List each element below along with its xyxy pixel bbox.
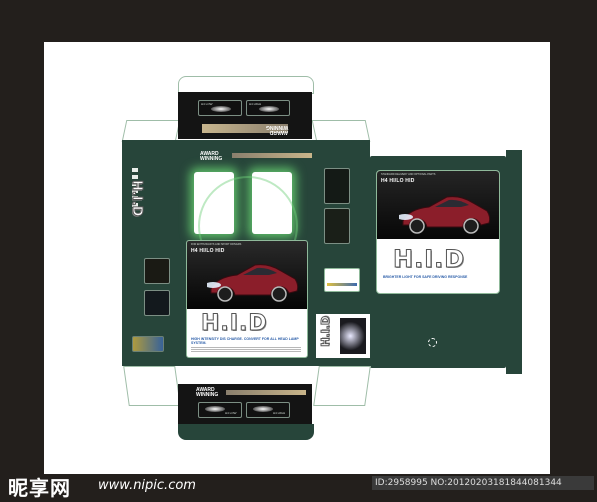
panel-subtitle: FOR ENTHUSIASTS AND SPORT DRIVERS bbox=[191, 243, 242, 246]
right-bottom-flap bbox=[313, 366, 371, 406]
bottom-tuck-flap bbox=[178, 424, 314, 440]
side-brand-panel: H.I.D bbox=[316, 314, 370, 358]
bulb-color-strip bbox=[327, 283, 357, 286]
slogan: HIGH INTENSITY DIS CHARGE. CONVERT FOR A… bbox=[191, 337, 299, 345]
front-main-panel: STANDARD DELIVERY AND OPTIONAL PARTS H4 … bbox=[370, 156, 506, 368]
car-photo: FOR ENTHUSIASTS AND SPORT DRIVERS H4 HI/… bbox=[187, 241, 307, 309]
model-title: H4 HI/LO HID bbox=[191, 248, 225, 254]
red-sedan-car bbox=[399, 196, 491, 234]
bulb-label-strip bbox=[324, 268, 360, 292]
right-dust-flap bbox=[311, 120, 371, 142]
light-beam-icon bbox=[259, 106, 279, 112]
image-id-text: ID:2958995 NO:20120203181844081344 bbox=[372, 476, 594, 490]
bottom-lid-panel: AWARD WINNING H4 LOW H4 HIGH bbox=[178, 384, 312, 424]
side-bulb-row bbox=[132, 336, 164, 352]
panel-subtitle: STANDARD DELIVERY AND OPTIONAL PARTS bbox=[381, 173, 436, 176]
brand-logo: H.I.D bbox=[392, 245, 466, 274]
bottom-thumb-high: H4 HIGH bbox=[246, 402, 290, 418]
bottom-thumb-low: H4 LOW bbox=[198, 402, 242, 418]
light-beam-icon bbox=[205, 406, 225, 412]
brand-logo: H.I.D bbox=[201, 311, 268, 337]
site-logo: 昵享网 bbox=[8, 476, 71, 500]
recycle-icon bbox=[428, 338, 437, 347]
red-sedan-car bbox=[207, 264, 299, 302]
front-car-card: STANDARD DELIVERY AND OPTIONAL PARTS H4 … bbox=[376, 170, 500, 294]
left-bottom-flap bbox=[123, 366, 181, 406]
side-thumb-kit-b bbox=[324, 208, 350, 244]
dieline-canvas: H4 LOW H4 HIGH AWARD WINNING H.I.D AWARD… bbox=[44, 42, 550, 474]
left-dust-flap bbox=[121, 120, 181, 142]
thumb-label: H4 HIGH bbox=[249, 102, 262, 106]
thumb-label: H4 LOW bbox=[225, 411, 237, 415]
car-showcase: FOR ENTHUSIASTS AND SPORT DRIVERS H4 HI/… bbox=[186, 240, 308, 358]
light-beam-icon bbox=[253, 406, 273, 412]
spec-item bbox=[132, 168, 138, 172]
model-title: H4 HI/LO HID bbox=[381, 178, 415, 184]
side-thumb-bulb-b bbox=[144, 290, 170, 316]
fine-print bbox=[191, 347, 301, 353]
lid-award-badge: AWARD WINNING bbox=[266, 124, 289, 135]
side-brand-logo: H.I.D bbox=[129, 180, 145, 217]
site-url: www.nipic.com bbox=[98, 478, 196, 493]
side-thumb-bulb-a bbox=[144, 258, 170, 284]
spec-item bbox=[132, 175, 138, 179]
side-vertical-brand: H.I.D bbox=[319, 316, 333, 348]
thumb-label: H4 LOW bbox=[201, 102, 213, 106]
light-beam-icon bbox=[211, 106, 231, 112]
middle-side-panel: H.I.D bbox=[314, 140, 370, 366]
side-thumb-kit-a bbox=[324, 168, 350, 204]
top-lid-panel: H4 LOW H4 HIGH AWARD WINNING bbox=[178, 92, 312, 139]
bottom-award-bar bbox=[226, 390, 306, 395]
thumb-label: H4 HIGH bbox=[273, 411, 286, 415]
glue-tab bbox=[506, 150, 522, 374]
back-main-panel: AWARD WINNING FOR ENTHUSIASTS AND SPORT … bbox=[178, 140, 314, 366]
front-car-photo: STANDARD DELIVERY AND OPTIONAL PARTS H4 … bbox=[377, 171, 499, 239]
award-badge: AWARD WINNING bbox=[200, 151, 223, 162]
lid-thumb-high: H4 HIGH bbox=[246, 100, 290, 116]
side-bulb-photo bbox=[340, 318, 366, 354]
slogan: BRIGHTER LIGHT FOR SAFE DRIVING RESPONSE bbox=[383, 275, 468, 279]
bottom-award-badge: AWARD WINNING bbox=[196, 387, 219, 398]
lid-thumb-low: H4 LOW bbox=[198, 100, 242, 116]
left-side-panel: H.I.D bbox=[122, 140, 178, 366]
award-bar bbox=[232, 153, 312, 158]
